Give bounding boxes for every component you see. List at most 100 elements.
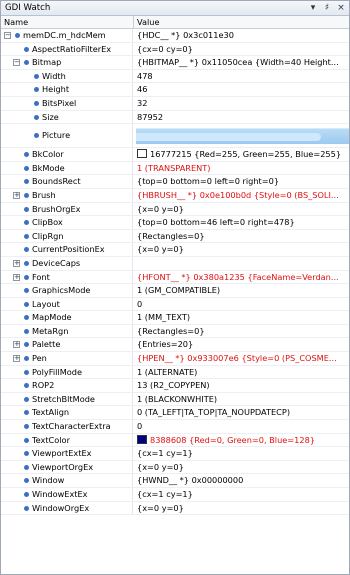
- member-icon: [24, 179, 29, 185]
- expand-icon[interactable]: +: [13, 191, 20, 199]
- watch-row[interactable]: Layout 0: [1, 297, 349, 312]
- value-cell: {HWND__ *} 0x00000000: [134, 474, 349, 487]
- value-cell: 16777215 {Red=255, Green=255, Blue=255}: [134, 148, 349, 161]
- watch-row[interactable]: BoundsRect {top=0 bottom=0 left=0 right=0…: [1, 175, 349, 189]
- watch-row[interactable]: + Pen {HPEN__ *} 0x933007e6 {Style=0 (PS_C…: [1, 352, 349, 366]
- member-icon: [24, 60, 29, 66]
- variable-name: StretchBltMode: [32, 393, 95, 404]
- watch-row[interactable]: WindowExtEx {cx=1 cy=1}: [1, 488, 349, 502]
- watch-row[interactable]: Size 87952: [1, 110, 349, 125]
- value-cell: {HDC__ *} 0x3c011e30: [134, 29, 349, 42]
- member-icon: [24, 206, 29, 212]
- watch-row[interactable]: + Palette {Entries=20}: [1, 338, 349, 353]
- watch-row[interactable]: BrushOrgEx {x=0 y=0}: [1, 202, 349, 217]
- pin-icon[interactable]: ♯: [321, 2, 333, 14]
- variable-value: {HWND__ *} 0x00000000: [137, 475, 243, 485]
- name-cell: Width: [1, 69, 133, 83]
- expand-icon[interactable]: +: [13, 273, 20, 281]
- column-header-name[interactable]: Name: [4, 17, 28, 27]
- variable-value: 0: [137, 299, 142, 309]
- watch-row[interactable]: BkMode 1 (TRANSPARENT): [1, 161, 349, 176]
- member-icon: [24, 46, 29, 52]
- watch-row[interactable]: ViewportOrgEx {x=0 y=0}: [1, 460, 349, 475]
- variable-value: 87952: [137, 112, 163, 122]
- watch-row[interactable]: TextAlign 0 (TA_LEFT|TA_TOP|TA_NOUPDATECP…: [1, 406, 349, 421]
- watch-row[interactable]: WindowOrgEx {x=0 y=0}: [1, 501, 349, 516]
- member-icon: [34, 100, 39, 106]
- member-icon: [24, 478, 29, 484]
- watch-row[interactable]: − Bitmap {HBITMAP__ *} 0x11050cea {Width=4…: [1, 56, 349, 70]
- name-cell: PolyFillMode: [1, 365, 133, 379]
- watch-row[interactable]: TextColor 8388608 {Red=0, Green=0, Blue=1…: [1, 433, 349, 448]
- collapse-icon[interactable]: −: [13, 59, 20, 67]
- name-cell: TextAlign: [1, 406, 133, 420]
- expand-icon[interactable]: +: [13, 355, 20, 363]
- member-icon: [24, 424, 29, 430]
- member-icon: [24, 328, 29, 334]
- variable-value: 1 (ALTERNATE): [137, 367, 197, 377]
- watch-row[interactable]: BitsPixel 32: [1, 96, 349, 111]
- variable-value: {x=0 y=0}: [137, 462, 184, 472]
- name-cell: Picture: [1, 124, 133, 148]
- watch-row[interactable]: BkColor 16777215 {Red=255, Green=255, Blu…: [1, 148, 349, 162]
- gdi-watch-window: GDI Watch ▾ ♯ × Name Value − memDC.m_hdcM…: [0, 0, 350, 575]
- name-cell: + Font: [1, 270, 133, 284]
- watch-row[interactable]: TextCharacterExtra 0: [1, 420, 349, 434]
- watch-row[interactable]: StretchBltMode 1 (BLACKONWHITE): [1, 392, 349, 407]
- close-icon[interactable]: ×: [335, 2, 347, 14]
- value-cell: {x=0 y=0}: [134, 203, 349, 216]
- variable-value-text: 1 (ALTERNATE): [137, 366, 198, 377]
- variable-value: 1 (TRANSPARENT): [137, 163, 210, 173]
- variable-value: 16777215 {Red=255, Green=255, Blue=255}: [137, 149, 341, 159]
- variable-name: memDC.m_hdcMem: [23, 30, 106, 40]
- variable-name: Brush: [32, 189, 56, 200]
- member-icon: [24, 356, 29, 362]
- column-divider[interactable]: [133, 16, 134, 29]
- variable-value-text: 87952: [137, 111, 164, 122]
- variable-name: DeviceCaps: [32, 257, 81, 268]
- collapse-icon[interactable]: −: [4, 32, 11, 39]
- name-cell: + Brush: [1, 188, 133, 202]
- watch-row[interactable]: MapMode 1 (MM_TEXT): [1, 311, 349, 325]
- member-icon: [34, 114, 39, 120]
- watch-row[interactable]: ViewportExtEx {cx=1 cy=1}: [1, 447, 349, 461]
- name-cell: − Bitmap: [1, 56, 133, 69]
- watch-row[interactable]: Height 46: [1, 83, 349, 97]
- variable-value: {HDC__ *} 0x3c011e30: [137, 30, 234, 40]
- variable-value: {Entries=20}: [137, 339, 193, 349]
- watch-row[interactable]: + Font {HFONT__ *} 0x380a1235 {FaceName=Ve…: [1, 270, 349, 285]
- variable-name: WindowOrgEx: [32, 502, 90, 513]
- variable-value: {HBITMAP__ *} 0x11050cea {Width=40 Heigh…: [137, 57, 339, 67]
- watch-row[interactable]: − memDC.m_hdcMem {HDC__ *} 0x3c011e30: [1, 29, 349, 43]
- watch-row[interactable]: MetaRgn {Rectangles=0}: [1, 324, 349, 339]
- dropdown-icon[interactable]: ▾: [307, 2, 319, 14]
- variable-name: Height: [42, 84, 70, 95]
- watch-row[interactable]: + Brush {HBRUSH__ *} 0x0e100b0d {Style=0 (…: [1, 188, 349, 203]
- watch-row[interactable]: ClipRgn {Rectangles=0}: [1, 229, 349, 244]
- watch-row[interactable]: GraphicsMode 1 (GM_COMPATIBLE): [1, 284, 349, 298]
- watch-row[interactable]: Width 478: [1, 69, 349, 84]
- variable-name: ClipBox: [32, 217, 63, 228]
- watch-row[interactable]: CurrentPositionEx {x=0 y=0}: [1, 243, 349, 257]
- member-icon: [24, 464, 29, 470]
- variable-value: {top=0 bottom=46 left=0 right=478}: [137, 217, 295, 227]
- value-cell: {HFONT__ *} 0x380a1235 {FaceName=Verdan.…: [134, 271, 349, 284]
- variable-name: Pen: [32, 353, 47, 364]
- variable-value: {cx=0 cy=0}: [137, 44, 193, 54]
- expand-icon[interactable]: +: [13, 259, 20, 267]
- variable-value-text: {cx=1 cy=1}: [137, 448, 193, 459]
- variable-value: 32: [137, 98, 147, 108]
- watch-row[interactable]: PolyFillMode 1 (ALTERNATE): [1, 365, 349, 380]
- watch-row[interactable]: Picture: [1, 124, 349, 149]
- variable-value: 478: [137, 71, 153, 81]
- value-cell: [134, 124, 349, 147]
- watch-row[interactable]: AspectRatioFilterEx {cx=0 cy=0}: [1, 42, 349, 57]
- expand-icon[interactable]: +: [13, 341, 20, 349]
- value-cell: {HPEN__ *} 0x933007e6 {Style=0 (PS_COSME…: [134, 352, 349, 365]
- watch-row[interactable]: ROP2 13 (R2_COPYPEN): [1, 379, 349, 393]
- watch-row[interactable]: Window {HWND__ *} 0x00000000: [1, 474, 349, 488]
- watch-row[interactable]: + DeviceCaps: [1, 256, 349, 271]
- column-header-value[interactable]: Value: [137, 17, 159, 27]
- name-cell: AspectRatioFilterEx: [1, 42, 133, 56]
- watch-row[interactable]: ClipBox {top=0 bottom=46 left=0 right=478…: [1, 216, 349, 230]
